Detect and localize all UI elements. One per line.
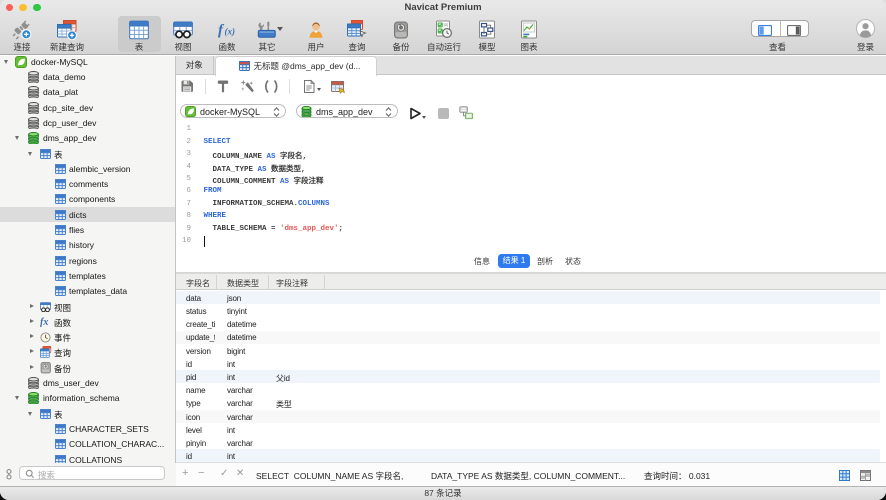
svg-text:fx: fx — [40, 317, 48, 327]
svg-text:(x): (x) — [225, 27, 236, 37]
